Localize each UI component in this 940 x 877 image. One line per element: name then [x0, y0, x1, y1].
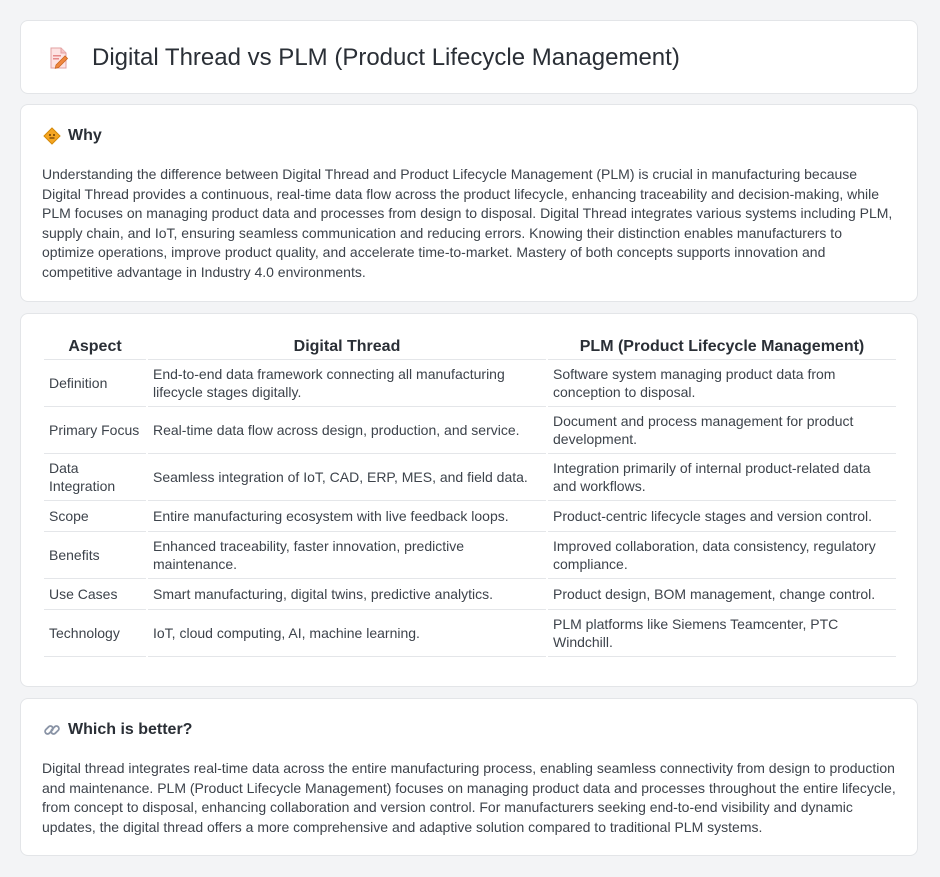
why-heading-row: Why [43, 125, 102, 147]
table-header-row: Aspect Digital Thread PLM (Product Lifec… [44, 334, 896, 360]
cell-aspect: Definition [44, 360, 146, 407]
better-heading: Which is better? [68, 721, 193, 738]
why-heading: Why [68, 127, 102, 144]
table-row: Benefits Enhanced traceability, faster i… [44, 532, 896, 579]
comparison-table: Aspect Digital Thread PLM (Product Lifec… [42, 334, 898, 657]
cell-plm: Product-centric lifecycle stages and ver… [548, 501, 896, 532]
better-text: Digital thread integrates real-time data… [42, 760, 896, 835]
better-heading-row: Which is better? [43, 719, 192, 741]
link-icon [44, 725, 60, 735]
cell-aspect: Primary Focus [44, 407, 146, 454]
header-card: Digital Thread vs PLM (Product Lifecycle… [20, 20, 918, 94]
table-row: Primary Focus Real-time data flow across… [44, 407, 896, 454]
why-text: Understanding the difference between Dig… [42, 166, 893, 280]
cell-plm: Product design, BOM management, change c… [548, 579, 896, 610]
cell-plm: Software system managing product data fr… [548, 360, 896, 407]
cell-digital-thread: Smart manufacturing, digital twins, pred… [148, 579, 546, 610]
cell-aspect: Data Integration [44, 454, 146, 501]
cell-plm: Document and process management for prod… [548, 407, 896, 454]
cell-aspect: Benefits [44, 532, 146, 579]
cell-plm: Improved collaboration, data consistency… [548, 532, 896, 579]
cell-plm: Integration primarily of internal produc… [548, 454, 896, 501]
cell-digital-thread: Real-time data flow across design, produ… [148, 407, 546, 454]
table-row: Data Integration Seamless integration of… [44, 454, 896, 501]
cell-aspect: Technology [44, 610, 146, 657]
header-digital-thread: Digital Thread [148, 334, 546, 360]
table-row: Use Cases Smart manufacturing, digital t… [44, 579, 896, 610]
cell-digital-thread: Seamless integration of IoT, CAD, ERP, M… [148, 454, 546, 501]
cell-digital-thread: Entire manufacturing ecosystem with live… [148, 501, 546, 532]
page-title: Digital Thread vs PLM (Product Lifecycle… [92, 44, 680, 71]
table-row: Scope Entire manufacturing ecosystem wit… [44, 501, 896, 532]
header-plm: PLM (Product Lifecycle Management) [548, 334, 896, 360]
which-is-better-section: Which is better? Digital thread integrat… [20, 698, 918, 856]
table-row: Definition End-to-end data framework con… [44, 360, 896, 407]
table-row: Technology IoT, cloud computing, AI, mac… [44, 610, 896, 657]
cell-digital-thread: End-to-end data framework connecting all… [148, 360, 546, 407]
comparison-section: Aspect Digital Thread PLM (Product Lifec… [20, 313, 918, 687]
cell-aspect: Scope [44, 501, 146, 532]
cell-digital-thread: Enhanced traceability, faster innovation… [148, 532, 546, 579]
cell-aspect: Use Cases [44, 579, 146, 610]
why-section: Why Understanding the difference between… [20, 104, 918, 302]
cell-plm: PLM platforms like Siemens Teamcenter, P… [548, 610, 896, 657]
header-aspect: Aspect [44, 334, 146, 360]
cell-digital-thread: IoT, cloud computing, AI, machine learni… [148, 610, 546, 657]
document-pencil-icon [50, 47, 69, 69]
diamond-warning-icon [43, 127, 61, 145]
